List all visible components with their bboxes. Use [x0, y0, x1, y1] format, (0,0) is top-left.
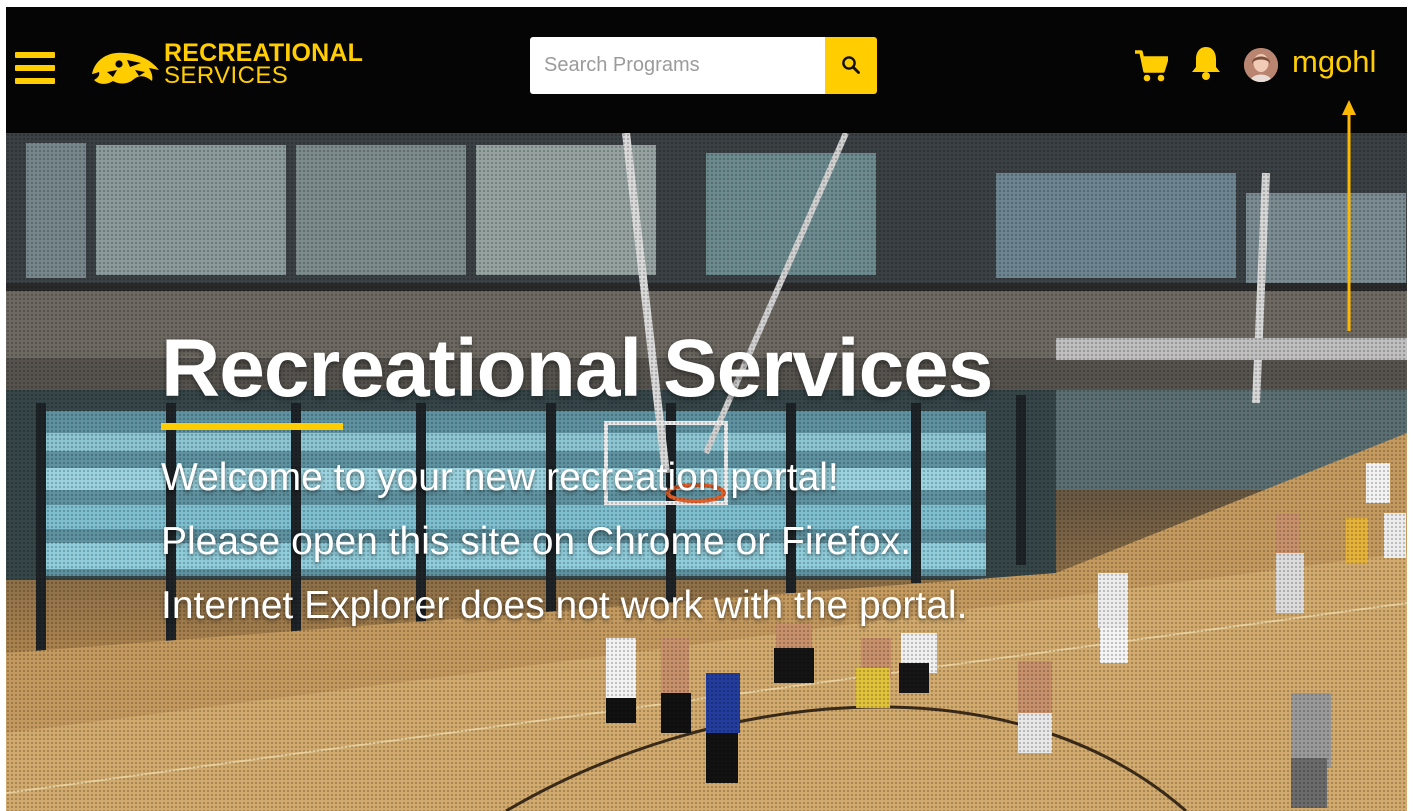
hero-banner: Recreational Services Welcome to your ne…: [6, 133, 1407, 811]
user-avatar[interactable]: [1244, 48, 1278, 82]
username-link[interactable]: mgohl: [1292, 42, 1376, 82]
bell-glyph: [1192, 47, 1220, 80]
search-input[interactable]: [530, 37, 825, 94]
app-frame: RECREATIONAL SERVICES Search Programs mg…: [6, 7, 1407, 811]
title-underline: [161, 423, 343, 430]
bell-icon[interactable]: [1190, 45, 1222, 81]
site-logo[interactable]: RECREATIONAL SERVICES: [89, 40, 379, 92]
top-navbar: RECREATIONAL SERVICES Search Programs mg…: [6, 7, 1407, 133]
hero-title: Recreational Services: [161, 323, 993, 414]
avatar-image: [1244, 48, 1278, 82]
hamburger-menu-icon[interactable]: [15, 52, 55, 85]
search-icon: [842, 56, 860, 74]
hawkeye-logo-icon: [92, 52, 159, 84]
hero-message: Welcome to your new recreation portal! P…: [161, 446, 967, 638]
shopping-cart-icon[interactable]: [1134, 49, 1169, 83]
cart-glyph: [1135, 50, 1169, 82]
annotation-arrow-icon: [1342, 100, 1356, 331]
hero-line-welcome: Welcome to your new recreation portal!: [161, 456, 839, 499]
logo-line-2: SERVICES: [164, 62, 289, 89]
logo-wordmark: RECREATIONAL SERVICES: [164, 41, 363, 88]
hero-line-ie-warning: Internet Explorer does not work with the…: [161, 584, 968, 627]
search-button[interactable]: [825, 37, 877, 94]
search-bar: [530, 37, 877, 94]
hero-line-browser: Please open this site on Chrome or Firef…: [161, 520, 912, 563]
